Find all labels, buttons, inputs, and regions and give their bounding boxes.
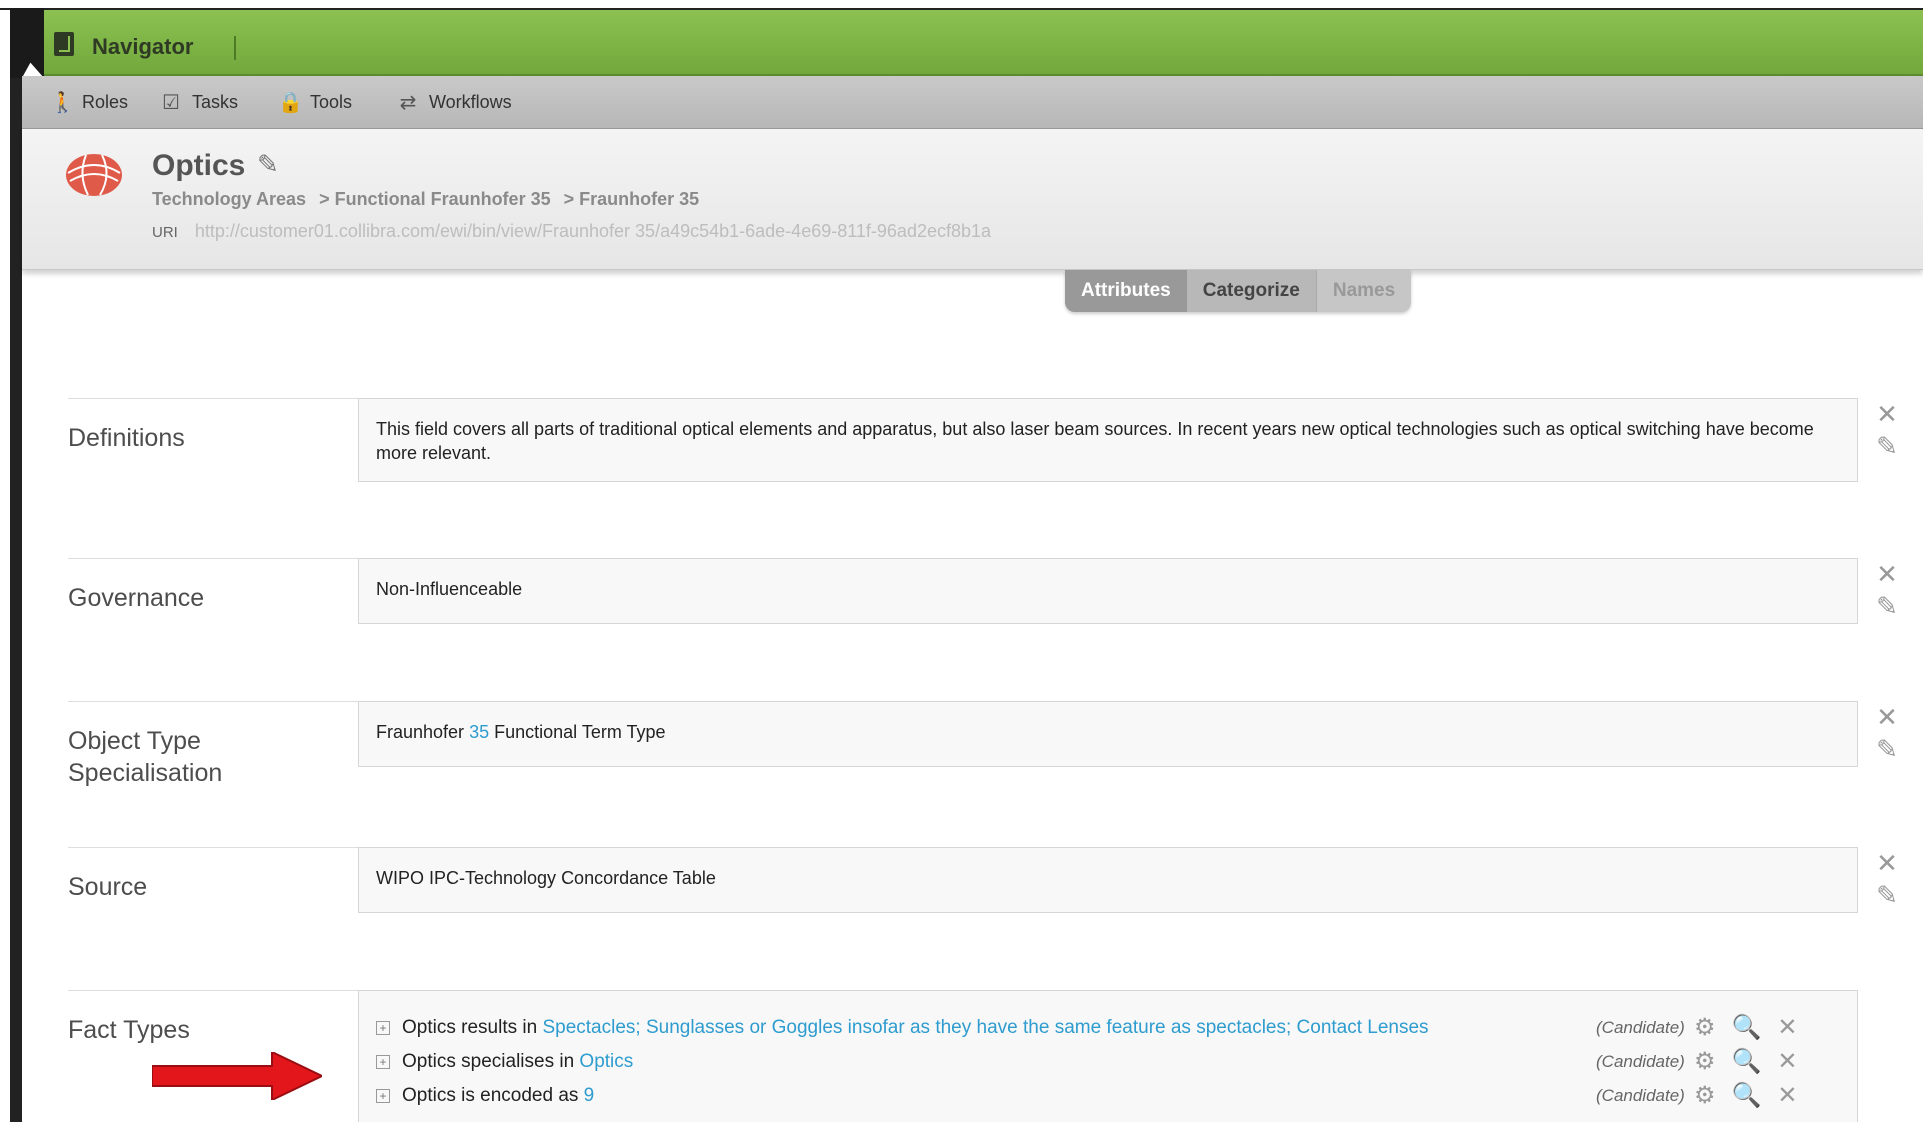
attribute-value[interactable]: Fraunhofer 35 Functional Term Type <box>358 701 1858 767</box>
page-title: Optics <box>152 149 246 182</box>
person-icon: 🚶 <box>50 91 75 114</box>
row-divider <box>68 990 358 991</box>
nav-item-tasks[interactable]: ☑ Tasks <box>160 91 239 114</box>
object-type-suffix: Functional Term Type <box>494 722 666 742</box>
attribute-label: Definitions <box>68 424 185 452</box>
fact-actions: ⚙ 🔍 ✕ <box>1694 1050 1798 1074</box>
pencil-icon[interactable]: ✎ <box>257 149 279 180</box>
row-actions: ✕ ✎ <box>1872 398 1902 462</box>
remove-icon[interactable]: ✕ <box>1872 558 1902 590</box>
uri-label: URI <box>152 224 178 241</box>
checkbox-icon: ☑ <box>162 91 180 114</box>
attribute-value[interactable]: This field covers all parts of tradition… <box>358 398 1858 482</box>
edit-pencil-icon[interactable]: ✎ <box>1872 430 1902 462</box>
remove-icon[interactable]: ✕ <box>1872 398 1902 430</box>
fact-type-row: + Optics specialises in Optics (Candidat… <box>376 1045 1840 1079</box>
row-divider <box>68 398 358 399</box>
gear-icon[interactable]: ⚙ <box>1694 1016 1716 1040</box>
remove-icon[interactable]: ✕ <box>1777 1050 1797 1074</box>
edit-pencil-icon[interactable]: ✎ <box>1872 590 1902 622</box>
fact-subject: Optics <box>402 1085 456 1106</box>
nav-item-tools[interactable]: 🔒 Tools <box>278 91 353 114</box>
attribute-label: Fact Types <box>68 1016 190 1044</box>
uri-value[interactable]: http://customer01.collibra.com/ewi/bin/v… <box>195 221 991 241</box>
edit-pencil-icon[interactable]: ✎ <box>1872 879 1902 911</box>
fact-types-box: + Optics results in Spectacles; Sunglass… <box>358 990 1858 1122</box>
row-actions: ✕ ✎ <box>1872 701 1902 765</box>
fact-relation: results in <box>461 1017 538 1038</box>
magnifier-icon[interactable]: 🔍 <box>1732 1016 1762 1040</box>
fact-type-list: + Optics results in Spectacles; Sunglass… <box>376 1011 1840 1113</box>
fact-type-row: + Optics results in Spectacles; Sunglass… <box>376 1011 1840 1045</box>
sphere-asset-icon <box>66 154 122 196</box>
remove-icon[interactable]: ✕ <box>1777 1084 1797 1108</box>
attribute-value[interactable]: WIPO IPC-Technology Concordance Table <box>358 847 1858 913</box>
fact-actions: ⚙ 🔍 ✕ <box>1694 1084 1798 1108</box>
window-frame-left <box>10 8 22 1122</box>
remove-icon[interactable]: ✕ <box>1777 1016 1797 1040</box>
breadcrumb-item-technology-areas[interactable]: Technology Areas <box>152 189 306 209</box>
fact-subject: Optics <box>402 1017 456 1038</box>
row-actions: ✕ ✎ <box>1872 847 1902 911</box>
fact-object-link[interactable]: Optics <box>579 1050 633 1074</box>
nav-item-roles[interactable]: 🚶 Roles <box>50 91 129 114</box>
expand-plus-icon[interactable]: + <box>376 1021 390 1035</box>
breadcrumb-item-functional-fraunhofer[interactable]: > Functional Fraunhofer 35 <box>319 189 551 209</box>
header-divider <box>234 36 236 60</box>
breadcrumb-item-fraunhofer[interactable]: > Fraunhofer 35 <box>564 189 700 209</box>
row-divider <box>68 701 358 702</box>
fact-subject: Optics <box>402 1051 456 1072</box>
asset-header: Optics ✎ Technology Areas > Functional F… <box>22 129 1923 270</box>
tab-attributes[interactable]: Attributes <box>1065 270 1187 312</box>
gear-icon[interactable]: ⚙ <box>1694 1084 1716 1108</box>
status-badge: (Candidate) <box>1596 1052 1685 1071</box>
remove-icon[interactable]: ✕ <box>1872 701 1902 733</box>
attribute-label: Object Type Specialisation <box>68 727 223 787</box>
fact-object-link[interactable]: 9 <box>584 1084 595 1108</box>
app-title[interactable]: Navigator <box>92 34 193 60</box>
fact-relation: is encoded as <box>461 1085 579 1106</box>
nav-item-label: Tasks <box>192 91 239 112</box>
lock-icon: 🔒 <box>278 91 303 114</box>
magnifier-icon[interactable]: 🔍 <box>1732 1050 1762 1074</box>
navigator-book-icon[interactable] <box>54 32 74 56</box>
expand-plus-icon[interactable]: + <box>376 1089 390 1103</box>
nav-item-workflows[interactable]: ⇄ Workflows <box>397 91 512 114</box>
uri-row: URI http://customer01.collibra.com/ewi/b… <box>152 221 991 242</box>
fact-relation: specialises in <box>461 1051 575 1072</box>
edit-pencil-icon[interactable]: ✎ <box>1872 733 1902 765</box>
object-type-prefix: Fraunhofer <box>376 722 465 742</box>
fact-object-link[interactable]: Spectacles; Sunglasses or Goggles insofa… <box>542 1016 1428 1040</box>
attribute-label: Source <box>68 873 148 901</box>
attribute-value[interactable]: Non-Influenceable <box>358 558 1858 624</box>
remove-icon[interactable]: ✕ <box>1872 847 1902 879</box>
fact-actions: ⚙ 🔍 ✕ <box>1694 1016 1798 1040</box>
nav-item-label: Roles <box>82 91 129 112</box>
main-nav-bar: 🚶 Roles ☑ Tasks 🔒 Tools ⇄ Workflows <box>22 76 1923 129</box>
tab-categorize[interactable]: Categorize <box>1187 270 1316 312</box>
window-frame-corner <box>10 8 44 78</box>
red-arrow-annotation <box>152 1052 322 1100</box>
attribute-label: Governance <box>68 584 205 612</box>
magnifier-icon[interactable]: 🔍 <box>1732 1084 1762 1108</box>
object-type-link[interactable]: 35 <box>469 722 489 742</box>
status-badge: (Candidate) <box>1596 1018 1685 1037</box>
swap-arrows-icon: ⇄ <box>399 91 417 114</box>
tab-names[interactable]: Names <box>1315 270 1412 312</box>
expand-plus-icon[interactable]: + <box>376 1055 390 1069</box>
nav-item-label: Tools <box>310 91 353 112</box>
status-badge: (Candidate) <box>1596 1086 1685 1105</box>
gear-icon[interactable]: ⚙ <box>1694 1050 1716 1074</box>
row-divider <box>68 847 358 848</box>
row-divider <box>68 558 358 559</box>
row-actions: ✕ ✎ <box>1872 558 1902 622</box>
breadcrumb: Technology Areas > Functional Fraunhofer… <box>152 189 707 210</box>
app-header-bar: Navigator <box>44 10 1923 76</box>
window-frame-top <box>0 0 1923 10</box>
view-tabs: Attributes Categorize Names <box>1065 270 1412 312</box>
fact-type-row: + Optics is encoded as 9 (Candidate) ⚙ 🔍… <box>376 1079 1840 1113</box>
nav-item-label: Workflows <box>429 91 512 112</box>
